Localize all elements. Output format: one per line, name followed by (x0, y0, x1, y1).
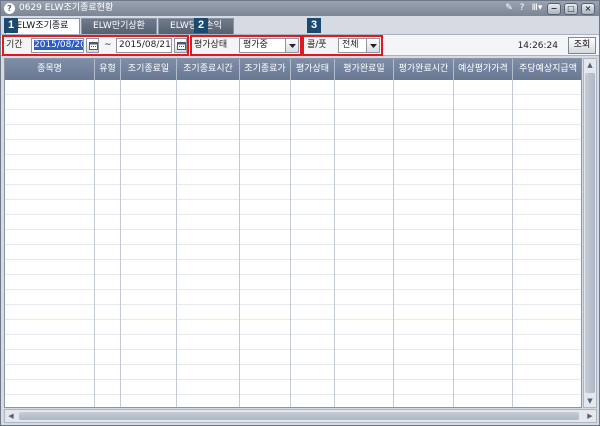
column-divider (239, 80, 240, 407)
call-put-label: 콜/풋 (307, 40, 327, 50)
menu-icon[interactable]: Ⅲ▾ (530, 2, 544, 15)
window-title: 0629 ELW조기종료현황 (19, 3, 114, 13)
status-select-value: 평가중 (243, 40, 268, 50)
minimize-icon[interactable]: − (547, 2, 561, 15)
dropdown-arrow-icon[interactable] (366, 39, 379, 52)
date-to-input[interactable]: 2015/08/21 (116, 38, 172, 53)
column-header-early-end-price[interactable]: 조기종료가 (240, 59, 291, 80)
column-header-early-end-time[interactable]: 조기종료시간 (177, 59, 240, 80)
callout-badge-3: 3 (307, 18, 321, 33)
column-header-type[interactable]: 유형 (95, 59, 121, 80)
column-divider (453, 80, 454, 407)
tab-bar: ELW조기종료 ELW만기상환 ELW당일손익 (1, 16, 599, 35)
status-label: 평가상태 (194, 40, 228, 50)
scroll-down-icon[interactable]: ▼ (584, 395, 596, 407)
column-header-expected-payout[interactable]: 주당예상지급액 (513, 59, 581, 80)
calendar-to-button[interactable] (174, 38, 187, 53)
column-header-name[interactable]: 종목명 (5, 59, 95, 80)
results-table[interactable]: 종목명 유형 조기종료일 조기종료시간 조기종료가 평가상태 평가완료일 평가완… (4, 58, 582, 408)
title-bar[interactable]: ? 0629 ELW조기종료현황 ✎ ? Ⅲ▾ − □ × (1, 1, 599, 16)
table-body[interactable] (5, 80, 581, 407)
title-bar-controls: ✎ ? Ⅲ▾ − □ × (504, 2, 595, 15)
close-icon[interactable]: × (581, 2, 595, 15)
period-label: 기간 (6, 40, 23, 50)
date-from-value: 2015/08/20 (34, 40, 84, 50)
table-header: 종목명 유형 조기종료일 조기종료시간 조기종료가 평가상태 평가완료일 평가완… (5, 59, 581, 80)
column-header-eval-complete-date[interactable]: 평가완료일 (335, 59, 394, 80)
horizontal-scrollbar[interactable]: ◀ ▶ (4, 409, 597, 423)
column-header-early-end-date[interactable]: 조기종료일 (121, 59, 177, 80)
current-time: 14:26:24 (517, 41, 558, 51)
column-divider (334, 80, 335, 407)
query-button[interactable]: 조회 (568, 37, 596, 54)
column-divider (512, 80, 513, 407)
column-header-eval-status[interactable]: 평가상태 (291, 59, 335, 80)
column-divider (120, 80, 121, 407)
calendar-icon (177, 42, 186, 50)
scroll-right-icon[interactable]: ▶ (584, 410, 596, 422)
vertical-scroll-thumb[interactable] (585, 73, 595, 393)
callout-badge-1: 1 (4, 18, 18, 33)
column-header-eval-complete-time[interactable]: 평가완료시간 (394, 59, 454, 80)
calendar-icon (89, 42, 98, 50)
call-put-select[interactable]: 전체 (338, 38, 380, 53)
column-divider (94, 80, 95, 407)
date-to-value: 2015/08/21 (119, 40, 171, 50)
column-header-expected-eval-price[interactable]: 예상평가가격 (454, 59, 513, 80)
callout-badge-2: 2 (194, 18, 208, 33)
filter-toolbar: 기간 2015/08/20 ~ 2015/08/21 평가상태 평가중 콜/풋 … (1, 34, 599, 56)
dropdown-arrow-icon[interactable] (285, 39, 298, 52)
date-from-input[interactable]: 2015/08/20 (31, 38, 84, 53)
scroll-left-icon[interactable]: ◀ (5, 410, 17, 422)
date-range-tilde: ~ (104, 40, 112, 50)
column-divider (393, 80, 394, 407)
pin-icon[interactable]: ✎ (504, 2, 514, 15)
column-divider (176, 80, 177, 407)
elw-early-termination-window: ? 0629 ELW조기종료현황 ✎ ? Ⅲ▾ − □ × ELW조기종료 EL… (0, 0, 600, 426)
maximize-icon[interactable]: □ (564, 2, 578, 15)
status-select[interactable]: 평가중 (239, 38, 299, 53)
column-divider (290, 80, 291, 407)
scroll-up-icon[interactable]: ▲ (584, 59, 596, 71)
tab-elw-maturity-redemption[interactable]: ELW만기상환 (81, 18, 157, 34)
horizontal-scroll-thumb[interactable] (19, 412, 579, 420)
calendar-from-button[interactable] (86, 38, 99, 53)
app-icon: ? (4, 3, 15, 14)
help-icon[interactable]: ? (517, 2, 527, 15)
vertical-scrollbar[interactable]: ▲ ▼ (583, 58, 597, 408)
call-put-select-value: 전체 (342, 40, 359, 50)
